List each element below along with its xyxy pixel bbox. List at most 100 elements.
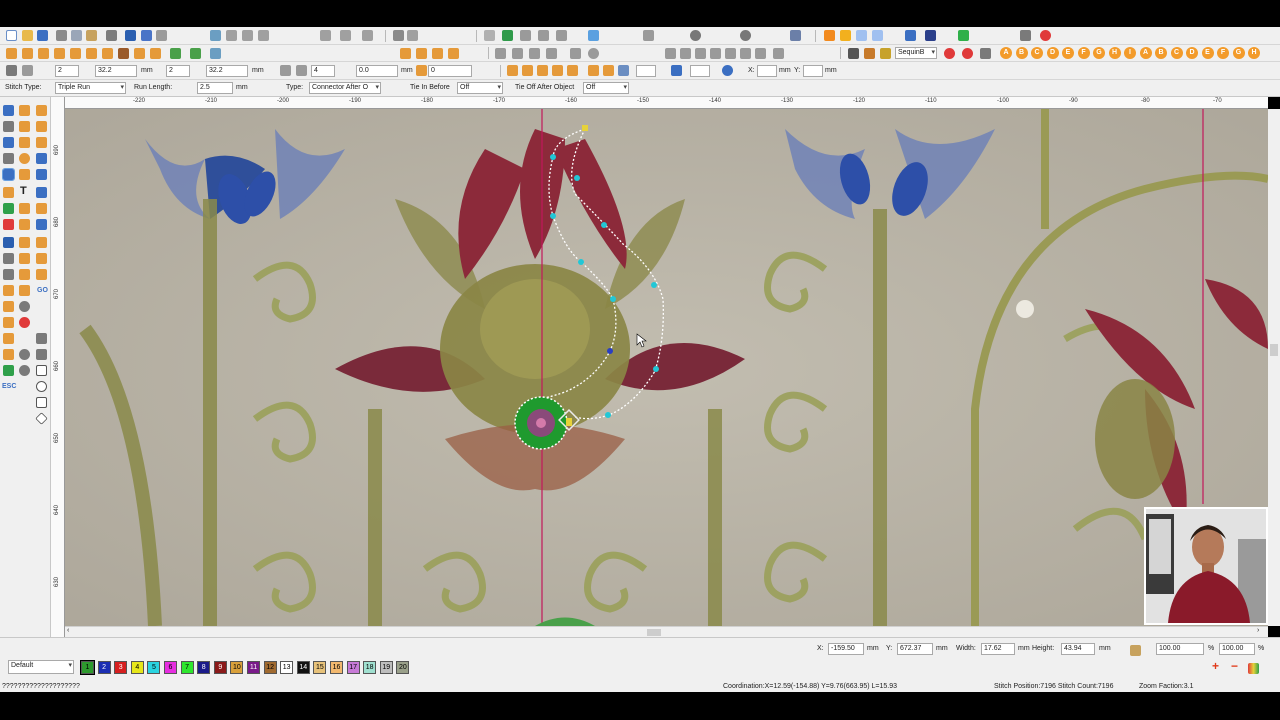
rect-tool-icon[interactable] — [36, 365, 47, 376]
scale-width-field[interactable]: 100.00 — [1156, 643, 1204, 655]
scroll-right-icon[interactable]: › — [1257, 625, 1259, 637]
letter-tool-a-0[interactable]: A — [1000, 47, 1012, 59]
pattern-l-icon[interactable] — [190, 48, 201, 59]
heart-icon[interactable] — [19, 169, 30, 180]
node-edit-icon[interactable] — [588, 30, 599, 41]
sequin-b-icon[interactable] — [962, 48, 973, 59]
color-tool-icon[interactable] — [840, 30, 851, 41]
tool-s-icon[interactable] — [3, 365, 14, 376]
tool-r-icon[interactable] — [19, 349, 30, 360]
square-tool-icon[interactable] — [36, 397, 47, 408]
remove-color-icon[interactable]: − — [1231, 660, 1238, 672]
wave-d-icon[interactable] — [36, 253, 47, 264]
thread-swatch-2[interactable]: 2 — [97, 661, 111, 674]
help-icon[interactable] — [125, 30, 136, 41]
print-icon[interactable] — [106, 30, 117, 41]
transform-h-icon[interactable] — [773, 48, 784, 59]
letter-tool-d-12[interactable]: D — [1186, 47, 1198, 59]
reshape-icon[interactable] — [3, 121, 14, 132]
open-folder-icon[interactable] — [22, 30, 33, 41]
transform-d-icon[interactable] — [710, 48, 721, 59]
cross-stitch-icon[interactable] — [340, 30, 351, 41]
stitch-icon[interactable] — [393, 30, 404, 41]
color-chart-icon[interactable] — [1248, 663, 1259, 674]
move-b-icon[interactable] — [296, 65, 307, 76]
pen-icon[interactable] — [880, 48, 891, 59]
complex-fill-icon[interactable] — [19, 137, 30, 148]
pointer-icon[interactable] — [905, 30, 916, 41]
color-wheel-icon[interactable] — [958, 30, 969, 41]
sequin-tool-icon[interactable] — [740, 30, 751, 41]
column-icon[interactable] — [19, 121, 30, 132]
pattern-g-icon[interactable] — [102, 48, 113, 59]
tool-q-icon[interactable] — [3, 349, 14, 360]
refresh-icon[interactable] — [502, 30, 513, 41]
lock-icon[interactable] — [643, 30, 654, 41]
brush-icon[interactable] — [3, 203, 14, 214]
tool-m-icon[interactable] — [19, 301, 30, 312]
pattern-c-icon[interactable] — [38, 48, 49, 59]
magnify-icon[interactable] — [1020, 30, 1031, 41]
thread-swatch-16[interactable]: 16 — [330, 661, 343, 674]
letter-tool-f-14[interactable]: F — [1217, 47, 1229, 59]
arrange-e-icon[interactable] — [567, 65, 578, 76]
letter-tool-c-11[interactable]: C — [1170, 47, 1183, 59]
arrange-d-icon[interactable] — [552, 65, 563, 76]
letter-tool-g-6[interactable]: G — [1093, 47, 1105, 59]
thread-swatch-15[interactable]: 15 — [313, 661, 327, 674]
text-b-icon[interactable] — [36, 187, 47, 198]
vertical-scroll-thumb[interactable] — [1270, 344, 1278, 356]
pencil-icon[interactable] — [3, 187, 14, 198]
select-arrow-icon[interactable] — [3, 105, 14, 116]
thread-swatch-19[interactable]: 19 — [379, 661, 393, 674]
align-left-icon[interactable] — [495, 48, 506, 59]
tool-p-icon[interactable] — [3, 333, 14, 344]
transform-g-icon[interactable] — [755, 48, 766, 59]
satin-icon[interactable] — [258, 30, 269, 41]
type-dropdown[interactable]: Connector After O — [309, 82, 381, 94]
pattern-i-icon[interactable] — [134, 48, 145, 59]
letter-tool-b-10[interactable]: B — [1155, 47, 1167, 59]
tool-l-icon[interactable] — [3, 301, 14, 312]
letter-tool-e-4[interactable]: E — [1062, 47, 1074, 59]
node-tool-icon[interactable] — [2, 168, 15, 181]
pattern-k-icon[interactable] — [170, 48, 181, 59]
transform-f-icon[interactable] — [740, 48, 751, 59]
thread-swatch-10[interactable]: 10 — [230, 661, 244, 674]
arrange-c-icon[interactable] — [537, 65, 548, 76]
transform-b-icon[interactable] — [680, 48, 691, 59]
color-box-a[interactable] — [636, 65, 656, 77]
layers-icon[interactable] — [925, 30, 936, 41]
tie-in-dropdown[interactable]: Off — [457, 82, 503, 94]
thread-swatch-6[interactable]: 6 — [164, 661, 177, 674]
tool-j-icon[interactable] — [3, 285, 14, 296]
esc-icon[interactable]: ESC — [2, 381, 16, 393]
grid-y-field[interactable]: 2 — [166, 65, 190, 77]
shape-tool-icon[interactable] — [856, 30, 867, 41]
pattern-m-icon[interactable] — [210, 48, 221, 59]
y-position-field[interactable] — [803, 65, 823, 77]
select-tool-icon[interactable] — [872, 30, 883, 41]
column-b-icon[interactable] — [36, 121, 47, 132]
scroll-left-icon[interactable]: ‹ — [67, 625, 69, 637]
running-icon[interactable] — [320, 30, 331, 41]
distribute-icon[interactable] — [546, 48, 557, 59]
horizontal-scrollbar[interactable]: ‹ › — [65, 626, 1268, 637]
stitch-edit-icon[interactable] — [407, 30, 418, 41]
thread-swatch-11[interactable]: 11 — [247, 661, 260, 674]
curve-icon[interactable] — [603, 65, 614, 76]
transform-a-icon[interactable] — [665, 48, 676, 59]
grid-w-field[interactable]: 32.2 — [95, 65, 137, 77]
tool-i-icon[interactable] — [36, 269, 47, 280]
eyedropper-icon[interactable] — [671, 65, 682, 76]
thread-swatch-4[interactable]: 4 — [130, 661, 144, 674]
sequin-color-icon[interactable] — [944, 48, 955, 59]
thread-swatch-17[interactable]: 17 — [346, 661, 360, 674]
pattern-a-icon[interactable] — [6, 48, 17, 59]
curve-b-icon[interactable] — [19, 203, 30, 214]
diamond-tool-icon[interactable] — [35, 412, 48, 425]
thread-swatch-12[interactable]: 12 — [263, 661, 277, 674]
thread-swatch-14[interactable]: 14 — [296, 661, 310, 674]
scale-height-field[interactable]: 100.00 — [1219, 643, 1255, 655]
spacing-icon[interactable] — [570, 48, 581, 59]
